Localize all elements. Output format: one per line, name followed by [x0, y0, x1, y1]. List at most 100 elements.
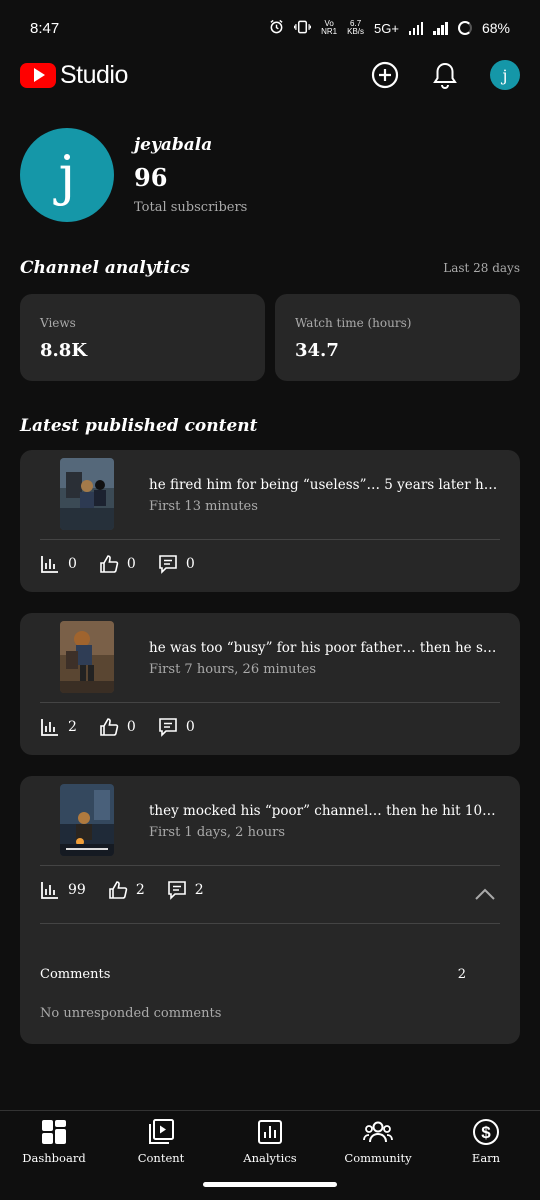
nav-label: Analytics [243, 1151, 297, 1165]
no-unresponded-comments: No unresponded comments [40, 1006, 222, 1021]
subscriber-label: Total subscribers [134, 200, 248, 215]
volte-indicator: Vo NR1 [321, 20, 337, 36]
youtube-logo-icon [20, 62, 56, 88]
analytics-title: Channel analytics [20, 258, 190, 278]
divider [40, 702, 500, 703]
add-circle-icon[interactable] [370, 60, 400, 90]
comments-stat: 2 [167, 880, 204, 900]
app-header: Studio j [0, 56, 540, 94]
profile-info: jeyabala 96 Total subscribers [134, 135, 247, 215]
analytics-icon [255, 1117, 285, 1147]
video-title: he fired him for being “useless”… 5 year… [149, 477, 504, 493]
video-time: First 1 days, 2 hours [149, 825, 286, 840]
nav-earn[interactable]: $ Earn [441, 1117, 531, 1165]
analytics-bars-icon [41, 882, 58, 899]
nav-dashboard[interactable]: Dashboard [9, 1117, 99, 1165]
svg-text:$: $ [481, 1123, 491, 1142]
analytics-bars-icon [41, 719, 58, 736]
home-indicator[interactable] [203, 1182, 337, 1187]
comment-icon [159, 555, 177, 574]
channel-avatar[interactable]: j [20, 128, 114, 222]
collapse-chevron-icon[interactable] [474, 886, 496, 905]
comments-section-label[interactable]: Comments [40, 967, 110, 982]
account-avatar-letter: j [502, 65, 508, 85]
comments-stat: 0 [158, 717, 195, 737]
views-count: 0 [68, 556, 77, 572]
nav-label: Earn [471, 1151, 501, 1165]
divider [40, 539, 500, 540]
alarm-icon [269, 19, 284, 37]
likes-stat: 0 [99, 717, 136, 737]
channel-avatar-letter: j [58, 143, 76, 207]
video-thumbnail[interactable] [60, 784, 114, 856]
views-label: Views [40, 316, 76, 330]
analytics-header: Channel analytics Last 28 days [20, 258, 520, 278]
nav-community[interactable]: Community [333, 1117, 423, 1165]
watch-time-value: 34.7 [295, 340, 339, 361]
nav-content[interactable]: Content [116, 1117, 206, 1165]
comment-icon [159, 718, 177, 737]
nav-label: Community [344, 1151, 412, 1165]
community-icon [363, 1117, 393, 1147]
latest-header: Latest published content [20, 416, 520, 436]
account-avatar[interactable]: j [490, 60, 520, 90]
likes-stat: 2 [108, 880, 145, 900]
divider [40, 923, 500, 924]
channel-profile: j jeyabala 96 Total subscribers [20, 128, 247, 222]
thumbs-up-icon [109, 881, 128, 899]
analytics-period: Last 28 days [443, 261, 520, 275]
header-actions: j [370, 60, 520, 90]
content-icon [146, 1117, 176, 1147]
watch-time-card[interactable]: Watch time (hours) 34.7 [275, 294, 520, 381]
video-time: First 7 hours, 26 minutes [149, 662, 317, 677]
video-stats: 2 0 0 [40, 717, 195, 737]
status-bar: 8:47 Vo NR1 6.7 KB/s 5G+ 68% [0, 0, 540, 56]
signal-icon-1 [408, 21, 424, 35]
status-icons: Vo NR1 6.7 KB/s 5G+ 68% [269, 19, 510, 37]
content-card[interactable]: he was too “busy” for his poor father… t… [20, 613, 520, 755]
comments-section-count: 2 [457, 967, 466, 982]
nav-analytics[interactable]: Analytics [225, 1117, 315, 1165]
views-count: 99 [68, 882, 86, 898]
views-count: 2 [68, 719, 77, 735]
thumbs-up-icon [100, 555, 119, 573]
comments-count: 0 [185, 556, 195, 572]
likes-count: 2 [135, 882, 145, 898]
earn-icon: $ [471, 1117, 501, 1147]
vo-bottom: NR1 [321, 27, 338, 36]
comments-stat: 0 [158, 554, 195, 574]
vibrate-icon [293, 20, 312, 37]
logo-text: Studio [60, 60, 128, 89]
video-title: he was too “busy” for his poor father… t… [149, 640, 504, 656]
signal-icon-2 [433, 21, 448, 35]
analytics-bars-icon [41, 556, 58, 573]
watch-time-label: Watch time (hours) [295, 316, 412, 330]
video-thumbnail[interactable] [60, 458, 114, 530]
likes-stat: 0 [99, 554, 136, 574]
video-stats: 0 0 0 [40, 554, 195, 574]
dashboard-icon [39, 1117, 69, 1147]
content-card[interactable]: he fired him for being “useless”… 5 year… [20, 450, 520, 592]
video-time: First 13 minutes [149, 499, 258, 514]
comments-count: 0 [185, 719, 195, 735]
comments-count: 2 [194, 882, 204, 898]
nav-label: Dashboard [22, 1151, 86, 1165]
views-value: 8.8K [40, 340, 87, 361]
content-card-expanded[interactable]: they mocked his “poor” channel… then he … [20, 776, 520, 1044]
battery-icon [457, 21, 472, 35]
comment-icon [167, 881, 186, 900]
latest-title: Latest published content [20, 416, 258, 436]
studio-logo[interactable]: Studio [20, 61, 128, 90]
likes-count: 0 [126, 556, 136, 572]
video-thumbnail[interactable] [60, 621, 114, 693]
thumbs-up-icon [100, 718, 119, 736]
views-stat: 99 [40, 880, 86, 900]
video-stats: 99 2 2 [40, 880, 204, 900]
net-speed-unit: KB/s [347, 27, 365, 36]
nav-label: Content [137, 1151, 185, 1165]
views-card[interactable]: Views 8.8K [20, 294, 265, 381]
views-stat: 0 [40, 554, 77, 574]
net-speed: 6.7 KB/s [347, 20, 364, 36]
status-time: 8:47 [30, 19, 60, 37]
bell-icon[interactable] [430, 60, 460, 90]
